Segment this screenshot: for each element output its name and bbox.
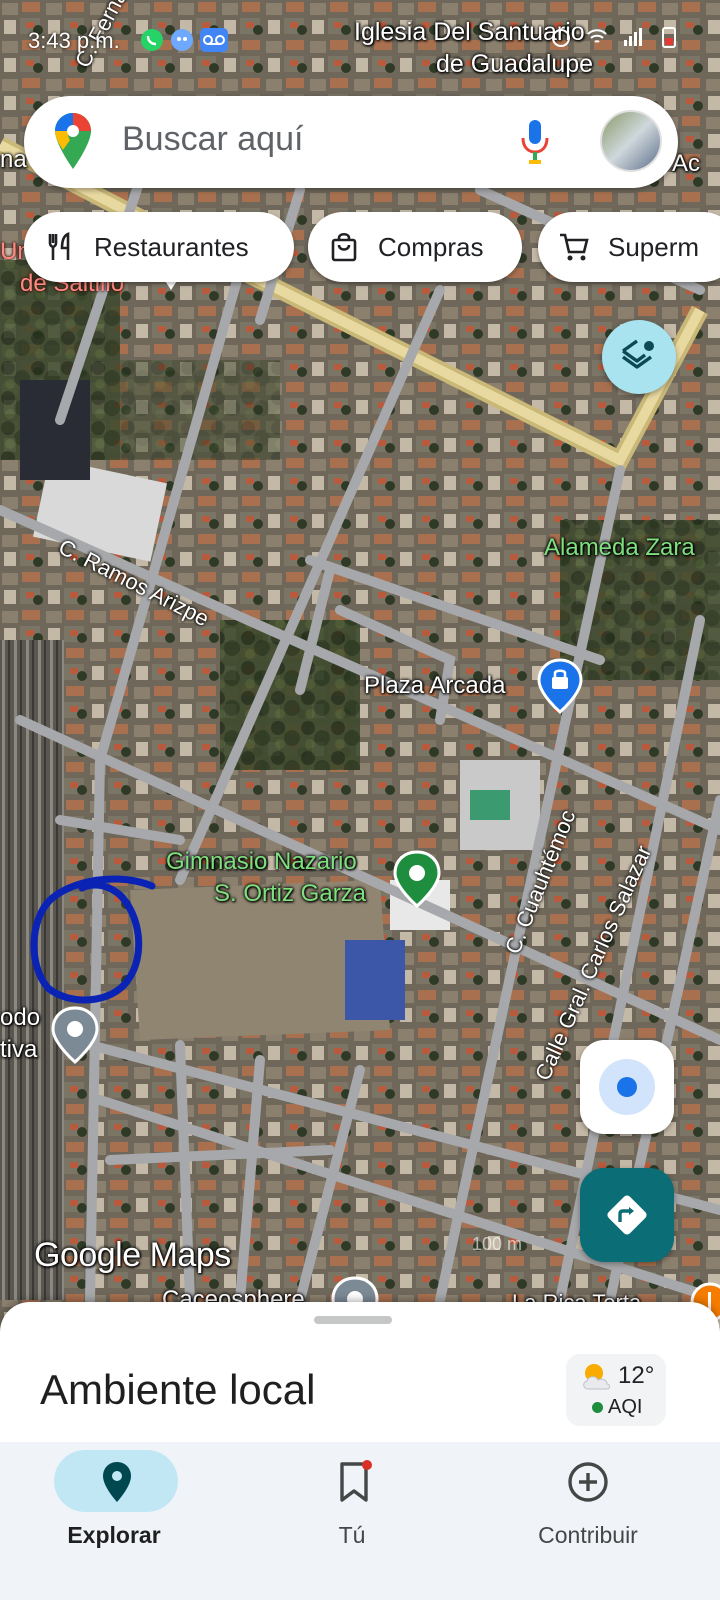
chip-supermercados-label: Superm xyxy=(608,231,700,262)
place-label-gym-line1[interactable]: Gimnasio Nazario xyxy=(166,848,357,876)
layers-icon xyxy=(622,339,654,369)
directions-button[interactable] xyxy=(580,1168,674,1262)
transit-place-pin-icon[interactable] xyxy=(50,1006,100,1064)
aqi-status-dot xyxy=(592,1402,603,1413)
weather-temperature: 12° xyxy=(618,1362,655,1389)
fork-knife-icon xyxy=(48,232,70,260)
chip-compras-label: Compras xyxy=(378,231,484,262)
gym-place-pin-icon[interactable] xyxy=(392,850,442,908)
whatsapp-icon xyxy=(141,29,163,51)
directions-icon xyxy=(607,1195,647,1235)
edge-label-left: na xyxy=(0,146,27,173)
chip-restaurantes-label: Restaurantes xyxy=(94,231,249,262)
chip-compras[interactable]: Compras xyxy=(308,212,522,282)
status-time: 3:43 p.m. xyxy=(28,28,120,53)
place-label-gym-line2[interactable]: S. Ortiz Garza xyxy=(214,880,366,908)
place-label-modo-line2: tiva xyxy=(0,1036,38,1063)
google-maps-watermark: Google Maps xyxy=(34,1236,231,1274)
shopping-place-pin-icon[interactable] xyxy=(536,658,584,714)
layers-button[interactable] xyxy=(602,320,676,394)
location-pin-icon xyxy=(103,1462,131,1502)
park-label-alameda: Alameda Zara xyxy=(544,534,695,561)
nav-contribuir-label: Contribuir xyxy=(538,1522,638,1548)
chip-supermercados[interactable]: Superm xyxy=(538,212,720,282)
google-maps-pin-icon xyxy=(55,113,91,169)
place-label-modo-line1: odo xyxy=(0,1004,41,1031)
partly-cloudy-icon xyxy=(583,1364,611,1390)
status-indicators xyxy=(550,26,680,48)
nav-tu[interactable]: Tú xyxy=(252,1442,452,1600)
nav-explorar[interactable]: Explorar xyxy=(14,1442,214,1600)
shopping-bag-icon xyxy=(331,232,357,262)
add-circle-icon xyxy=(568,1462,608,1502)
bottom-navigation: Explorar Tú Contribuir xyxy=(0,1442,720,1600)
wifi-icon xyxy=(587,29,607,43)
bookmark-icon xyxy=(340,1460,372,1502)
messenger-app-icon xyxy=(171,29,193,51)
sheet-title: Ambiente local xyxy=(40,1366,316,1413)
voicemail-icon xyxy=(200,28,228,52)
nav-tu-label: Tú xyxy=(338,1522,366,1548)
map-scale: 100 m xyxy=(472,1234,523,1254)
place-label-plaza-arcada[interactable]: Plaza Arcada xyxy=(364,672,505,700)
search-input[interactable]: Buscar aquí xyxy=(122,120,303,159)
my-location-dot-icon xyxy=(617,1077,637,1097)
my-location-button[interactable] xyxy=(580,1040,674,1134)
search-bar[interactable]: Buscar aquí xyxy=(24,96,678,188)
nav-explorar-label: Explorar xyxy=(67,1522,161,1548)
nav-contribuir[interactable]: Contribuir xyxy=(488,1442,688,1600)
avatar[interactable] xyxy=(600,110,662,172)
signal-icon xyxy=(624,28,642,46)
status-bar: 3:43 p.m. xyxy=(0,0,720,80)
shopping-cart-icon xyxy=(560,233,589,261)
battery-icon xyxy=(662,27,676,48)
aqi-label: AQI xyxy=(608,1396,643,1418)
alarm-icon xyxy=(552,29,570,47)
chip-restaurantes[interactable]: Restaurantes xyxy=(24,212,294,282)
drag-handle[interactable] xyxy=(314,1316,392,1324)
microphone-icon[interactable] xyxy=(519,118,551,166)
weather-card[interactable]: 12° AQI xyxy=(566,1354,666,1426)
